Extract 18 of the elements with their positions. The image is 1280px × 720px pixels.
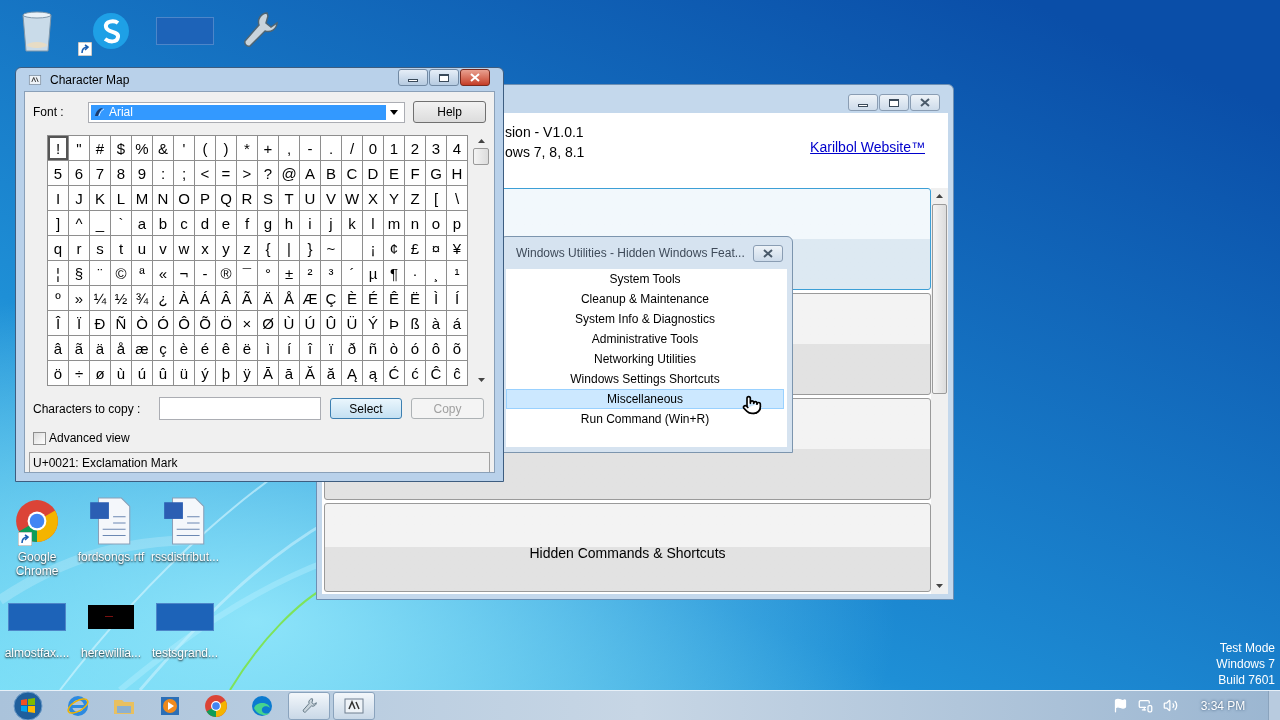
test-mode-text: Windows 7	[1216, 656, 1275, 672]
font-label: Font :	[33, 104, 65, 121]
desktop-icon-label: Google Chrome	[14, 550, 60, 578]
app-info-text: sion - V1.0.1	[505, 123, 585, 142]
desktop-icon-label: herewillia...	[81, 646, 141, 660]
advanced-view-label: Advanced view	[49, 430, 130, 447]
desktop-icon-label: fordsongs.rtf	[77, 550, 145, 564]
font-value: Arial	[108, 104, 133, 121]
app-info-text: ows 7, 8, 8.1	[505, 143, 585, 162]
characters-to-copy-label: Characters to copy :	[33, 400, 142, 418]
window-title: Character Map	[50, 71, 130, 89]
desktop-icon-label: rssdistribut...	[151, 550, 219, 564]
status-bar: U+0021: Exclamation Mark	[29, 452, 490, 472]
test-mode-text: Test Mode	[1219, 640, 1275, 656]
window-title: Windows Utilities - Hidden Windows Feat...	[516, 245, 745, 262]
desktop-icon-label: almostfax....	[4, 646, 70, 660]
desktop-icon-label: testsgrand...	[151, 646, 218, 660]
test-mode-text: Build 7601	[1218, 672, 1275, 688]
